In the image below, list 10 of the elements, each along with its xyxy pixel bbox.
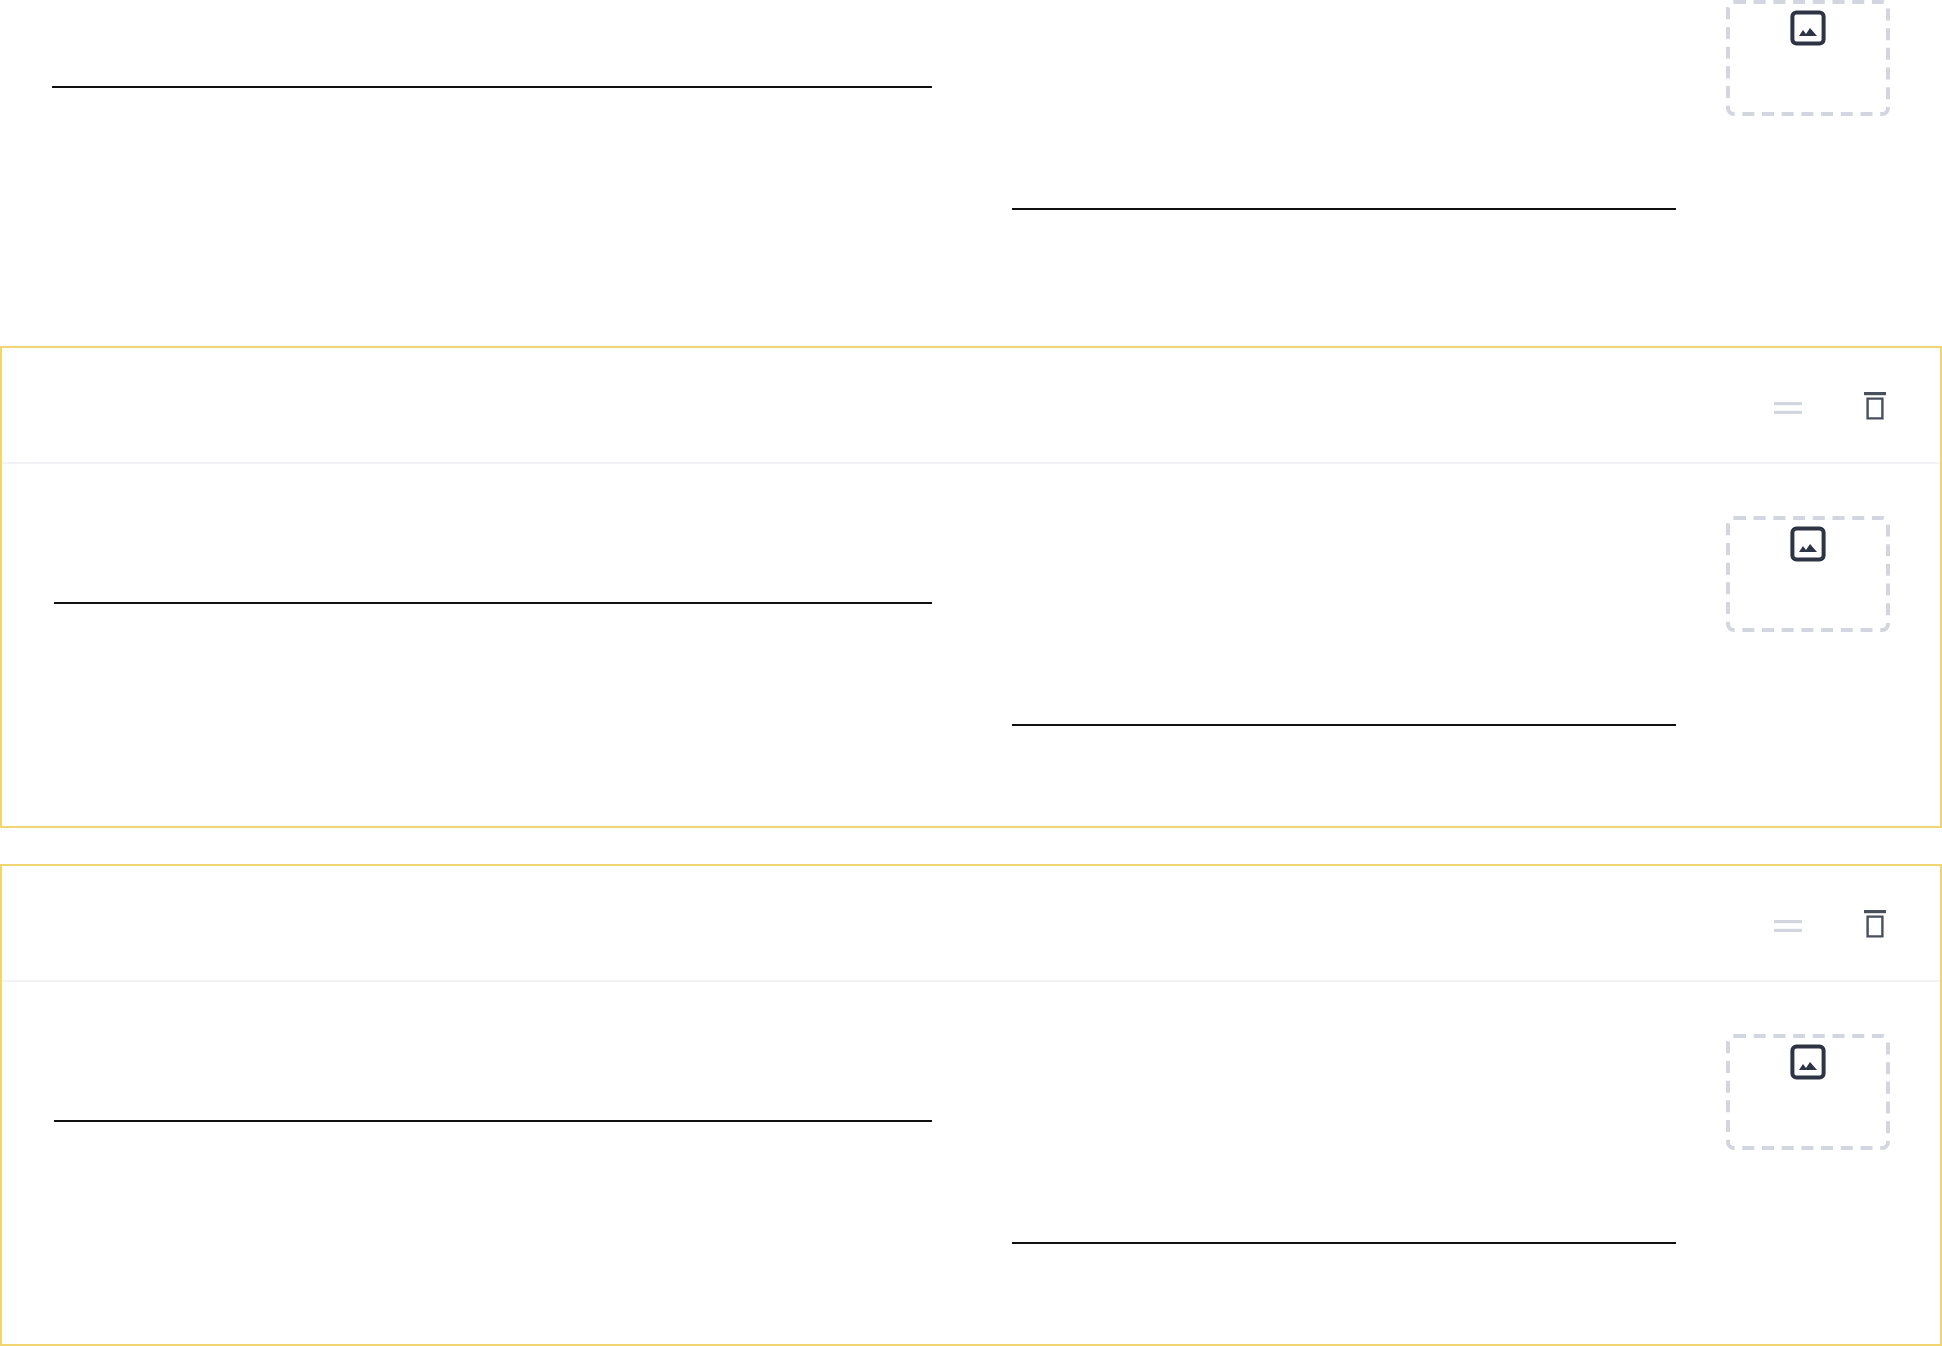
trash-icon[interactable] xyxy=(1864,909,1886,937)
image-upload-area[interactable] xyxy=(1726,516,1890,632)
image-upload-area[interactable] xyxy=(1726,1034,1890,1150)
trash-icon[interactable] xyxy=(1864,391,1886,419)
image-icon xyxy=(1790,526,1827,562)
image-upload-area[interactable] xyxy=(1726,0,1890,116)
image-icon xyxy=(1790,10,1826,46)
image-icon xyxy=(1790,1044,1827,1080)
drag-handle-icon[interactable] xyxy=(1774,919,1802,931)
drag-handle-icon[interactable] xyxy=(1774,401,1802,413)
